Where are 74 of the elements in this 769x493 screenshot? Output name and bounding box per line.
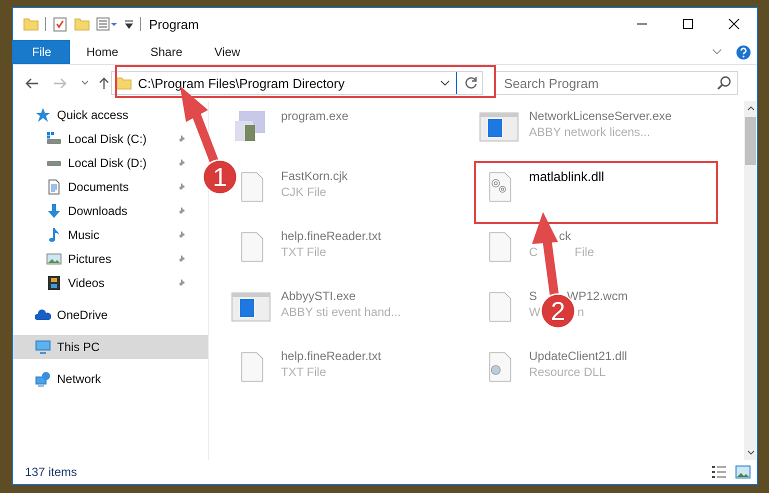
- ribbon-tab[interactable]: Share: [134, 40, 198, 64]
- film-icon: [46, 275, 62, 291]
- file-name: program.exe: [281, 109, 348, 123]
- file-type: File: [574, 245, 594, 259]
- window-title: Program: [149, 16, 199, 32]
- file-name: ck: [559, 229, 571, 243]
- sidebar-item[interactable]: Music: [13, 223, 194, 247]
- sidebar-item[interactable]: Pictures: [13, 247, 194, 271]
- file-name: AbbyySTI.exe: [281, 289, 356, 303]
- sidebar-item[interactable]: Local Disk (C:): [13, 127, 194, 151]
- network-icon: [35, 371, 51, 387]
- monitor-icon: [35, 339, 51, 355]
- file-name: matlablink.dll: [529, 169, 604, 184]
- file-name: S: [529, 289, 538, 303]
- close-icon: [728, 18, 740, 30]
- dropdown-caret-icon[interactable]: [440, 80, 450, 86]
- file-name: WP12.wcm: [567, 289, 628, 303]
- forward-arrow-icon[interactable]: [53, 76, 67, 90]
- ribbon-tab[interactable]: Home: [70, 40, 134, 64]
- file-name: help.fineReader.txt: [281, 349, 382, 363]
- customize-caret-icon[interactable]: [124, 19, 134, 29]
- document-icon: [46, 179, 62, 195]
- file-type: n: [577, 305, 584, 319]
- sidebar-item[interactable]: This PC: [13, 335, 208, 359]
- sidebar-item[interactable]: Documents: [13, 175, 194, 199]
- cloud-icon: [35, 307, 51, 323]
- recent-caret-icon[interactable]: [81, 80, 89, 86]
- file-type: TXT File: [281, 245, 326, 259]
- sidebar-item[interactable]: OneDrive: [13, 303, 116, 327]
- back-arrow-icon[interactable]: [25, 76, 39, 90]
- file-name: UpdateClient21.dll: [529, 349, 628, 363]
- sidebar-item[interactable]: Local Disk (D:): [13, 151, 194, 175]
- sidebar-item[interactable]: Network: [13, 367, 110, 391]
- address-path: C:\Program Files\Program Directory: [138, 76, 346, 90]
- folder-icon[interactable]: [23, 16, 39, 32]
- ribbon-tab[interactable]: View: [198, 40, 256, 64]
- drive-icon: [46, 131, 62, 147]
- file-type: Resource DLL: [529, 365, 606, 379]
- scroll-up-icon[interactable]: [746, 105, 754, 111]
- star-icon: [35, 107, 51, 123]
- scrollbar[interactable]: [744, 101, 757, 460]
- details-view-icon[interactable]: [711, 465, 727, 479]
- file-type: C: [529, 245, 538, 259]
- scroll-down-icon[interactable]: [746, 450, 754, 456]
- scroll-thumb[interactable]: [745, 117, 756, 165]
- down-arrow-icon: [46, 203, 62, 219]
- drive-icon: [46, 160, 62, 166]
- sidebar-item[interactable]: Downloads: [13, 199, 194, 223]
- refresh-icon[interactable]: [463, 75, 479, 91]
- file-type: TXT File: [281, 365, 326, 379]
- address-bar[interactable]: C:\Program Files\Program Directory: [111, 71, 483, 95]
- help-icon[interactable]: [736, 44, 751, 60]
- sidebar-item[interactable]: Quick access: [13, 103, 136, 127]
- properties-icon[interactable]: [96, 16, 118, 32]
- file-type: W: [529, 305, 540, 319]
- checklist-icon[interactable]: [52, 16, 68, 32]
- file-name: help.fineReader.txt: [281, 229, 382, 243]
- item-count: 137 items: [25, 465, 78, 479]
- thumbnail-view-icon[interactable]: [735, 465, 751, 479]
- file-name: FastKorn.cjk: [281, 169, 348, 183]
- music-note-icon: [46, 227, 62, 243]
- step-badge: 1: [202, 159, 238, 195]
- file-type: CJK File: [281, 185, 326, 199]
- file-type: ABBY sti event hand...: [281, 305, 401, 319]
- file-type: ABBY network licens...: [529, 125, 650, 139]
- ribbon-tab[interactable]: File: [13, 40, 70, 64]
- expand-ribbon-icon[interactable]: [712, 48, 722, 56]
- sidebar-item[interactable]: Videos: [13, 271, 194, 295]
- up-arrow-icon[interactable]: [97, 76, 111, 90]
- file-name: NetworkLicenseServer.exe: [529, 109, 672, 123]
- image-icon: [46, 251, 62, 267]
- maximize-icon: [682, 18, 694, 30]
- folder-icon[interactable]: [74, 16, 90, 32]
- folder-icon: [116, 75, 132, 91]
